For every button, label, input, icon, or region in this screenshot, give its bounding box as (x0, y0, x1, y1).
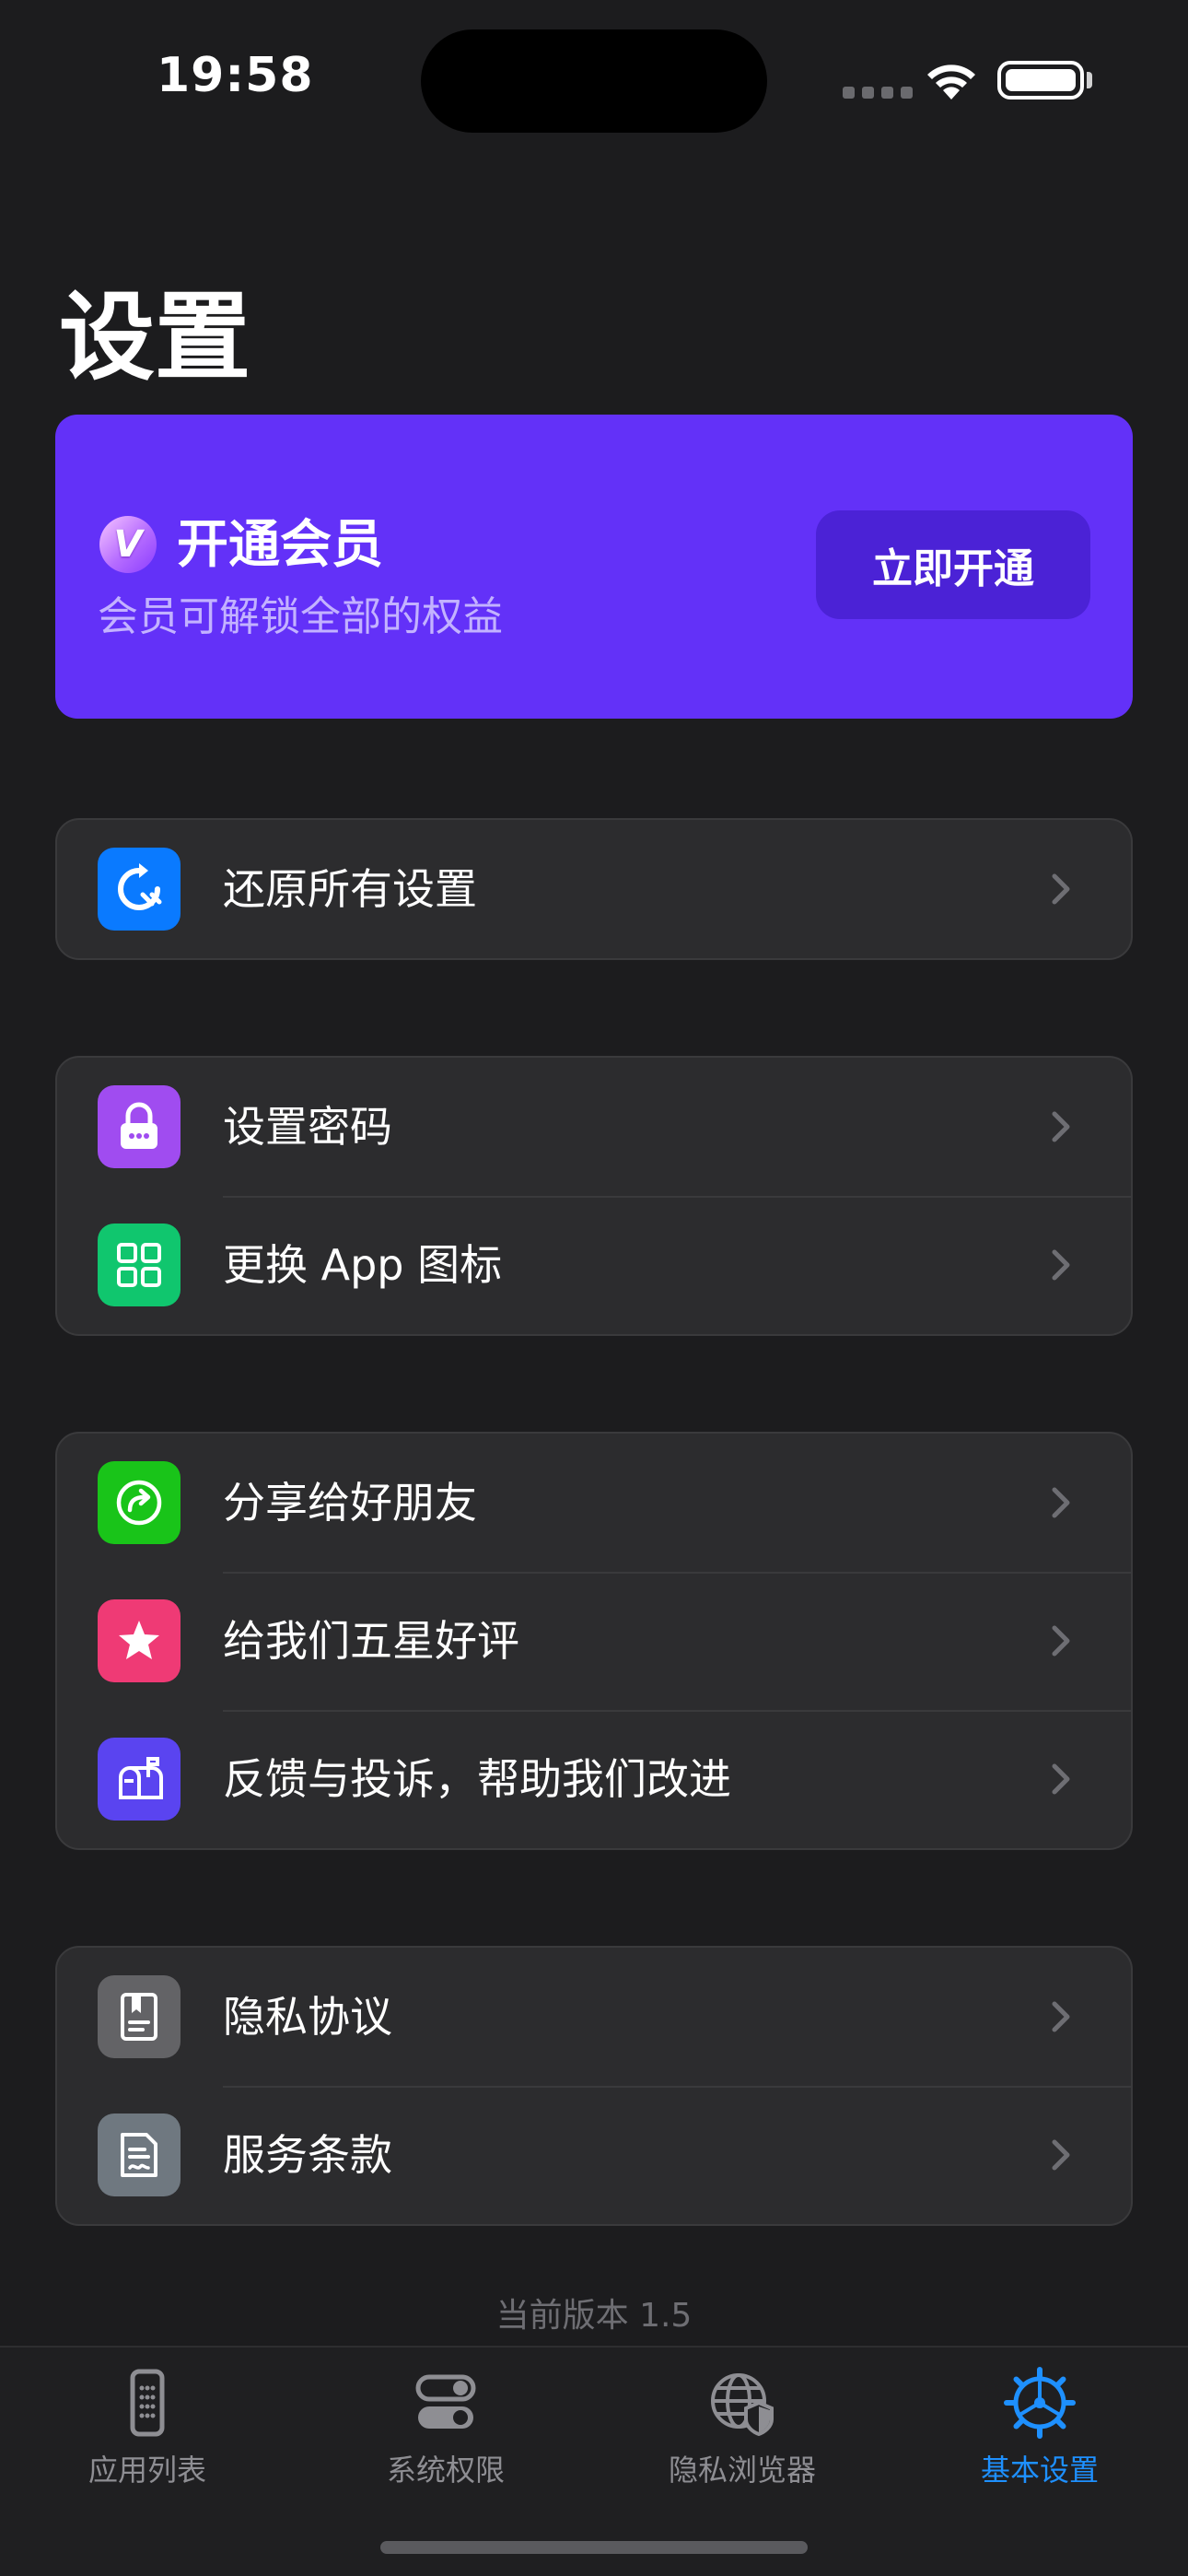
row-label: 更换 App 图标 (223, 1240, 503, 1290)
star-icon (98, 1599, 181, 1682)
tab-label: 系统权限 (386, 2453, 505, 2488)
version-label: 当前版本 1.5 (495, 2297, 693, 2335)
chevron-right-icon (1052, 2139, 1070, 2171)
terms-doc-icon (98, 2113, 181, 2196)
row-change-app-icon[interactable]: 更换 App 图标 (57, 1196, 1131, 1334)
chevron-right-icon (1052, 2001, 1070, 2032)
chevron-right-icon (1052, 1249, 1070, 1281)
home-indicator[interactable] (380, 2541, 808, 2554)
row-share-friends[interactable]: 分享给好朋友 (57, 1434, 1131, 1572)
tab-app-list[interactable]: 应用列表 (28, 2366, 267, 2489)
phone-icon (130, 2369, 165, 2437)
tab-label: 基本设置 (980, 2453, 1099, 2488)
battery-icon (997, 61, 1084, 100)
globe-shield-icon (711, 2373, 774, 2437)
vip-badge-letter: V (113, 523, 143, 566)
app-icon-grid-icon (98, 1224, 181, 1306)
chevron-right-icon (1052, 1625, 1070, 1657)
battery-cap (1087, 72, 1092, 88)
tab-label: 应用列表 (87, 2453, 206, 2488)
chevron-right-icon (1052, 873, 1070, 905)
wifi-icon (927, 64, 975, 100)
row-reset-settings[interactable]: 还原所有设置 (57, 820, 1131, 958)
vip-badge-icon: V (99, 516, 157, 573)
settings-group-reset: 还原所有设置 (55, 818, 1133, 960)
row-label: 分享给好朋友 (223, 1478, 477, 1528)
settings-group-legal: 隐私协议 服务条款 (55, 1946, 1133, 2226)
cellular-signal-icon (843, 87, 913, 99)
reset-icon (98, 848, 181, 931)
privacy-doc-icon (98, 1975, 181, 2058)
row-label: 服务条款 (223, 2130, 392, 2180)
status-time: 19:58 (157, 48, 314, 103)
chevron-right-icon (1052, 1111, 1070, 1142)
row-rate-five-stars[interactable]: 给我们五星好评 (57, 1572, 1131, 1710)
chevron-right-icon (1052, 1763, 1070, 1795)
settings-group-security: 设置密码 更换 App 图标 (55, 1056, 1133, 1336)
row-label: 反馈与投诉，帮助我们改进 (223, 1754, 731, 1804)
chevron-right-icon (1052, 1487, 1070, 1518)
dynamic-island (421, 29, 767, 133)
mailbox-icon (98, 1738, 181, 1821)
page-title: 设置 (59, 281, 251, 393)
activate-membership-button[interactable]: 立即开通 (816, 510, 1090, 619)
row-set-password[interactable]: 设置密码 (57, 1058, 1131, 1196)
tab-label: 隐私浏览器 (668, 2453, 816, 2488)
membership-subtitle: 会员可解锁全部的权益 (98, 593, 503, 640)
row-label: 还原所有设置 (223, 864, 477, 914)
row-label: 给我们五星好评 (223, 1616, 519, 1666)
share-icon (98, 1461, 181, 1544)
gear-icon (1004, 2367, 1076, 2439)
row-terms-of-service[interactable]: 服务条款 (57, 2086, 1131, 2224)
settings-group-social: 分享给好朋友 给我们五星好评 反馈与投诉，帮助我们改进 (55, 1432, 1133, 1850)
tab-system-permissions[interactable]: 系统权限 (326, 2366, 565, 2489)
toggles-icon (415, 2374, 476, 2429)
tab-private-browser[interactable]: 隐私浏览器 (623, 2366, 862, 2489)
row-feedback[interactable]: 反馈与投诉，帮助我们改进 (57, 1710, 1131, 1848)
row-privacy-policy[interactable]: 隐私协议 (57, 1948, 1131, 2086)
membership-title: 开通会员 (177, 515, 383, 575)
lock-icon (98, 1085, 181, 1168)
row-label: 隐私协议 (223, 1992, 392, 2042)
settings-screen: 19:58 设置 V 开通会员 会员可解锁全部的权益 立即开通 还原所有设置 设… (0, 0, 1188, 2576)
tab-basic-settings[interactable]: 基本设置 (920, 2366, 1159, 2489)
row-label: 设置密码 (223, 1102, 392, 1152)
